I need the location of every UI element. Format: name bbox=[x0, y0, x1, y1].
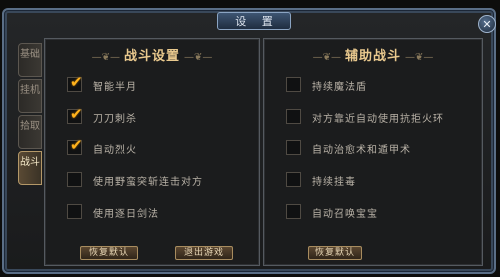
reset-default-button[interactable]: 恢复默认 bbox=[80, 246, 138, 260]
assist-combat-title: 辅助战斗 bbox=[344, 49, 401, 64]
checkbox-heal-shield[interactable] bbox=[286, 140, 301, 155]
checkbox-poison[interactable] bbox=[286, 172, 301, 187]
checkbox-repulse-ring[interactable] bbox=[286, 109, 301, 124]
flourish-right: —❦— bbox=[184, 52, 213, 63]
option-label: 自动烈火 bbox=[93, 145, 137, 156]
option-label: 自动召唤宝宝 bbox=[312, 209, 378, 220]
option-label: 对方靠近自动使用抗拒火环 bbox=[312, 114, 444, 125]
option-label: 持续挂毒 bbox=[312, 177, 356, 188]
combat-settings-panel: —❦— 战斗设置 —❦— ✔ 智能半月 ✔ 刀刀刺杀 ✔ 自动烈火 使用野蛮突斩连击… bbox=[44, 38, 260, 266]
flourish-left: —❦— bbox=[312, 52, 341, 63]
combat-settings-title: 战斗设置 bbox=[123, 49, 180, 64]
flourish-left: —❦— bbox=[91, 52, 120, 63]
tab-idle-label: 挂机 bbox=[20, 85, 40, 96]
assist-combat-header: —❦— 辅助战斗 —❦— bbox=[264, 45, 482, 64]
option-label: 刀刀刺杀 bbox=[93, 114, 137, 125]
checkbox-auto-flaming[interactable]: ✔ bbox=[67, 136, 83, 155]
option-label: 持续魔法盾 bbox=[312, 82, 367, 93]
checkmark-icon: ✔ bbox=[70, 73, 83, 91]
option-label: 使用野蛮突斩连击对方 bbox=[93, 177, 203, 188]
checkbox-assassinate[interactable]: ✔ bbox=[67, 105, 83, 124]
checkmark-icon: ✔ bbox=[70, 136, 83, 154]
close-button[interactable]: ✕ bbox=[478, 15, 496, 33]
checkmark-icon: ✔ bbox=[70, 105, 83, 123]
tab-pickup[interactable]: 拾取 bbox=[18, 115, 42, 149]
exit-game-button[interactable]: 退出游戏 bbox=[175, 246, 233, 260]
tab-pickup-label: 拾取 bbox=[20, 121, 40, 132]
checkbox-magic-shield[interactable] bbox=[286, 77, 301, 92]
settings-window: 设 置 ✕ 基础 挂机 拾取 战斗 —❦—战斗设置—❦— ✔ 智能半月 ✔ bbox=[2, 8, 496, 274]
option-label: 智能半月 bbox=[93, 82, 137, 93]
combat-settings-header: —❦— 战斗设置 —❦— bbox=[45, 45, 259, 64]
restore-default-button[interactable]: 恢复默认 bbox=[308, 246, 362, 260]
flourish-right: —❦— bbox=[405, 52, 434, 63]
tab-combat-label: 战斗 bbox=[20, 157, 40, 168]
close-icon: ✕ bbox=[482, 18, 492, 31]
window-title: 设 置 bbox=[217, 12, 291, 30]
assist-combat-panel: —❦— 辅助战斗 —❦— 持续魔法盾 对方靠近自动使用抗拒火环 自动治愈术和遁甲术 … bbox=[263, 38, 483, 266]
option-label: 使用逐日剑法 bbox=[93, 209, 159, 220]
checkbox-smart-halfmoon[interactable]: ✔ bbox=[67, 73, 83, 92]
tab-basic-label: 基础 bbox=[20, 49, 40, 60]
tab-basic[interactable]: 基础 bbox=[18, 43, 42, 77]
tab-idle[interactable]: 挂机 bbox=[18, 79, 42, 113]
checkbox-summon-pet[interactable] bbox=[286, 204, 301, 219]
checkbox-sun-sword[interactable] bbox=[67, 204, 82, 219]
checkbox-barbarian-rush[interactable] bbox=[67, 172, 82, 187]
option-label: 自动治愈术和遁甲术 bbox=[312, 145, 411, 156]
tab-combat[interactable]: 战斗 bbox=[18, 151, 42, 185]
